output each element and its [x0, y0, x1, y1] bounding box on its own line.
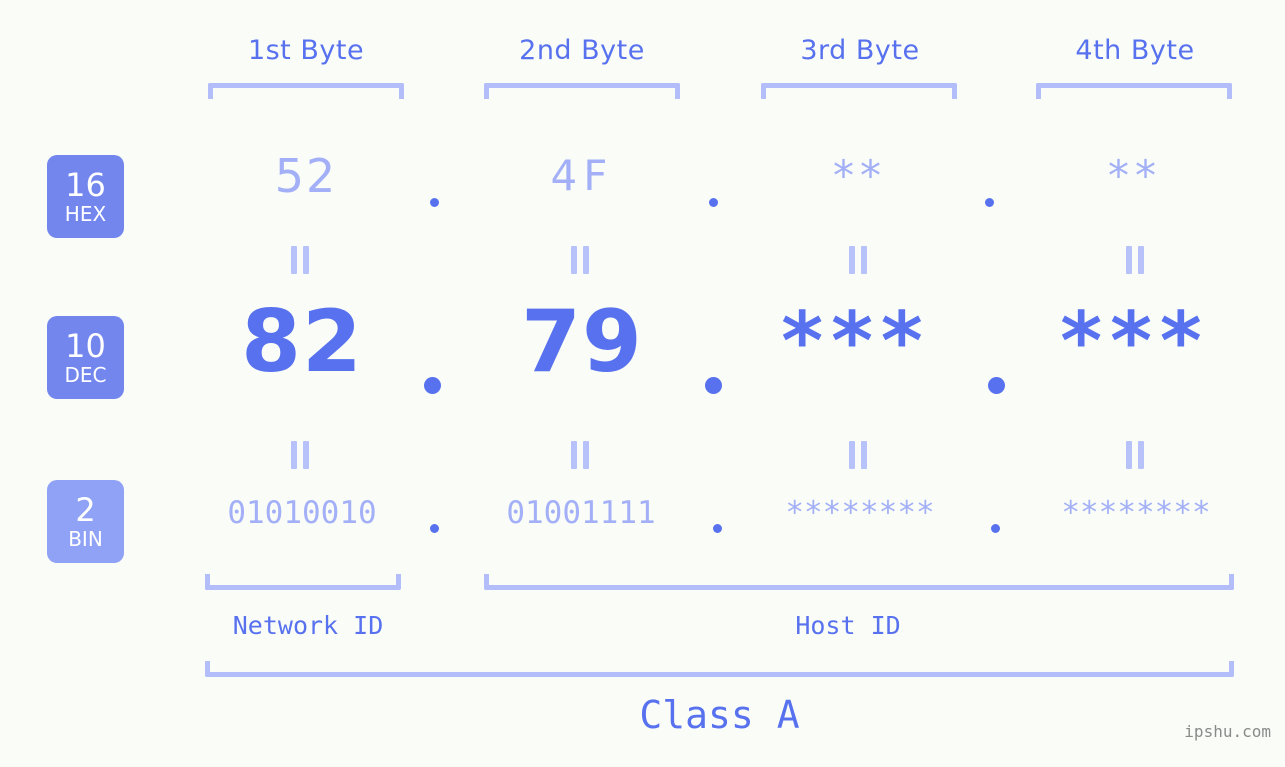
base-badge-bin-label: BIN [68, 526, 103, 551]
dec-byte-3: *** [781, 295, 931, 388]
host-id-bracket [484, 574, 1234, 590]
bin-byte-4: ******** [1061, 495, 1211, 531]
byte-bracket-2 [484, 83, 680, 99]
equivalence-marker-dec-bin-4 [1123, 441, 1149, 469]
bin-byte-3: ******** [785, 495, 935, 531]
host-id-label: Host ID [795, 611, 901, 640]
hex-byte-4: ** [1108, 151, 1162, 200]
network-id-bracket [205, 574, 401, 590]
class-bracket [205, 661, 1234, 677]
bin-byte-2: 01001111 [506, 495, 656, 531]
equivalence-marker-hex-dec-1 [288, 246, 314, 274]
equivalence-marker-hex-dec-4 [1123, 246, 1149, 274]
site-watermark: ipshu.com [1184, 722, 1271, 741]
base-badge-bin-number: 2 [75, 490, 96, 529]
dec-byte-1: 82 [241, 292, 363, 392]
bin-dot-separator-2 [713, 524, 722, 533]
base-badge-hex-number: 16 [65, 165, 106, 204]
equivalence-marker-dec-bin-3 [846, 441, 872, 469]
byte-bracket-4 [1036, 83, 1232, 99]
hex-dot-separator-3 [985, 198, 994, 207]
base-badge-hex: 16 HEX [47, 155, 124, 238]
bin-dot-separator-3 [991, 524, 1000, 533]
equivalence-marker-dec-bin-2 [568, 441, 594, 469]
dec-dot-separator-3 [988, 377, 1005, 394]
network-id-label: Network ID [232, 611, 384, 640]
base-badge-dec: 10 DEC [47, 316, 124, 399]
byte-header-1: 1st Byte [247, 35, 365, 66]
byte-bracket-1 [208, 83, 404, 99]
dec-dot-separator-2 [705, 377, 722, 394]
class-label: Class A [639, 693, 800, 737]
byte-header-3: 3rd Byte [800, 35, 920, 66]
base-badge-dec-number: 10 [65, 326, 106, 365]
dec-byte-4: *** [1060, 295, 1210, 388]
equivalence-marker-hex-dec-2 [568, 246, 594, 274]
hex-byte-2: 4F [550, 151, 614, 200]
byte-header-4: 4th Byte [1075, 35, 1195, 66]
bin-byte-1: 01010010 [227, 495, 377, 531]
hex-dot-separator-1 [430, 198, 439, 207]
equivalence-marker-dec-bin-1 [288, 441, 314, 469]
bin-dot-separator-1 [430, 524, 439, 533]
hex-byte-1: 52 [274, 149, 338, 203]
dec-dot-separator-1 [424, 377, 441, 394]
byte-bracket-3 [761, 83, 957, 99]
hex-dot-separator-2 [709, 198, 718, 207]
byte-header-2: 2nd Byte [519, 35, 645, 66]
equivalence-marker-hex-dec-3 [846, 246, 872, 274]
ip-byte-breakdown-diagram: 1st Byte 2nd Byte 3rd Byte 4th Byte 16 H… [0, 0, 1285, 767]
base-badge-hex-label: HEX [64, 201, 107, 226]
hex-byte-3: ** [833, 151, 887, 200]
dec-byte-2: 79 [521, 292, 643, 392]
base-badge-bin: 2 BIN [47, 480, 124, 563]
base-badge-dec-label: DEC [64, 362, 107, 387]
